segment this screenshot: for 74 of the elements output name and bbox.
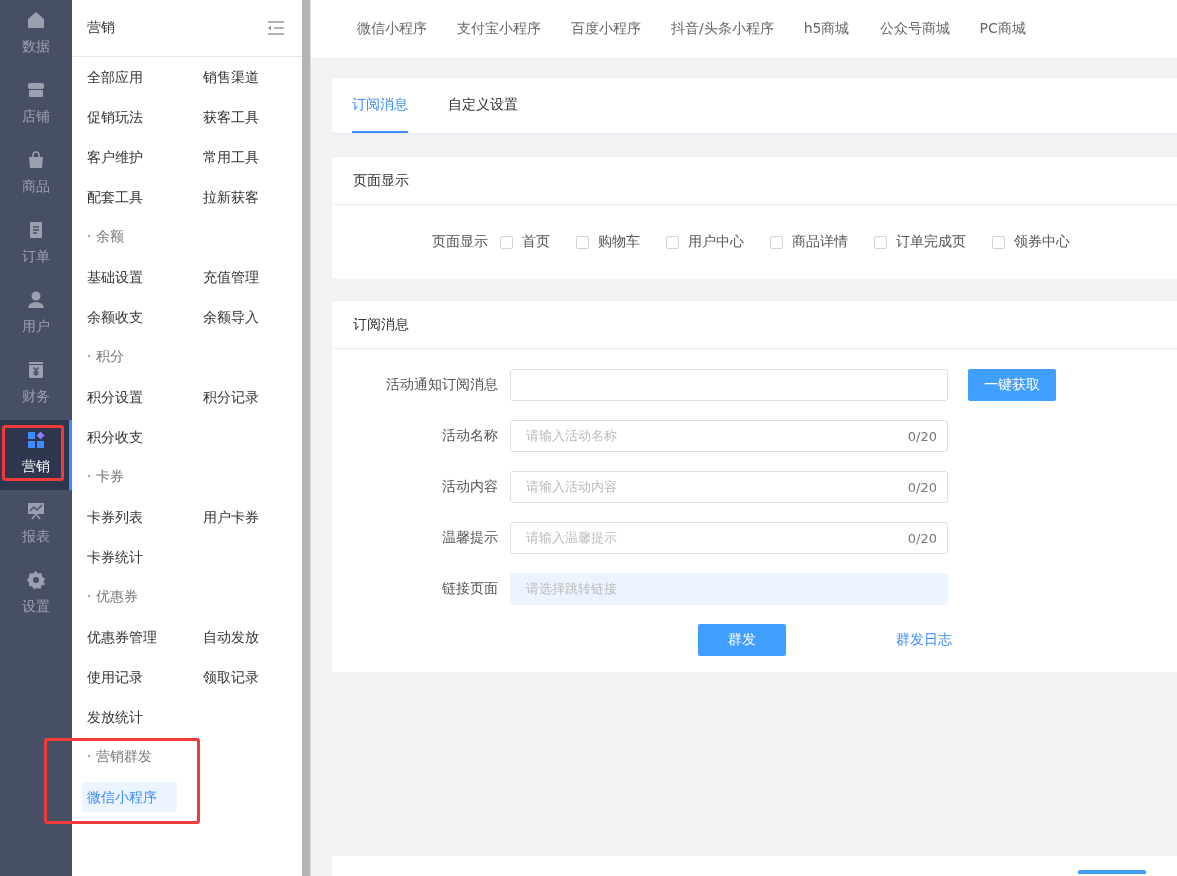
collapse-menu-icon[interactable]	[267, 20, 285, 36]
checkbox-label[interactable]: 订单完成页	[896, 233, 966, 251]
scrollbar[interactable]	[302, 0, 310, 876]
menu-section-title: · 营销群发	[87, 747, 153, 766]
house-icon	[26, 10, 46, 30]
store-icon	[26, 80, 46, 100]
checkbox[interactable]	[666, 235, 679, 249]
grid-icon	[26, 430, 46, 450]
yen-box-icon	[26, 360, 46, 380]
menu-item[interactable]: 卡券统计	[82, 542, 148, 572]
menu-item[interactable]: 充值管理	[198, 262, 264, 292]
menu-section-title: · 优惠券	[87, 587, 139, 606]
channel-tab[interactable]: 公众号商城	[879, 20, 950, 38]
shopping-bag-icon	[26, 150, 46, 170]
card-title: 页面显示	[332, 157, 1177, 205]
menu-item[interactable]: 基础设置	[82, 262, 148, 292]
checkbox[interactable]	[576, 235, 589, 249]
menu-item[interactable]: 积分记录	[198, 382, 264, 412]
channel-tab[interactable]: 微信小程序	[357, 20, 427, 38]
menu-item[interactable]: 积分设置	[82, 382, 148, 412]
menu-item[interactable]: 卡券列表	[82, 502, 148, 532]
checkbox-label[interactable]: 首页	[522, 233, 550, 251]
menu-item[interactable]: 常用工具	[198, 142, 264, 172]
send-log-link[interactable]: 群发日志	[896, 631, 952, 649]
field-label: 活动名称	[441, 427, 499, 445]
menu-section-title: · 余额	[87, 227, 125, 246]
channel-tab[interactable]: 支付宝小程序	[457, 20, 541, 38]
chart-board-icon	[26, 500, 46, 520]
menu-item[interactable]: 余额导入	[198, 302, 264, 332]
field-label: 温馨提示	[441, 529, 499, 547]
field-label: 活动内容	[441, 478, 499, 496]
checkbox-label[interactable]: 购物车	[598, 233, 640, 251]
panel-title: 营销	[87, 19, 115, 37]
menu-item[interactable]: 领取记录	[198, 662, 264, 692]
input-field[interactable]: 请输入活动内容 0/20	[510, 471, 948, 503]
menu-item[interactable]: 客户维护	[82, 142, 148, 172]
checkbox[interactable]	[874, 235, 887, 249]
card-title: 订阅消息	[332, 301, 1177, 349]
checkbox[interactable]	[770, 235, 783, 249]
menu-section-title: · 卡券	[87, 467, 125, 486]
menu-item[interactable]: 全部应用	[82, 62, 148, 92]
menu-item[interactable]: 销售渠道	[198, 62, 264, 92]
person-icon	[26, 290, 46, 310]
channel-tab[interactable]: 抖音/头条小程序	[671, 20, 774, 38]
input-field[interactable]: 请输入温馨提示 0/20	[510, 522, 948, 554]
field-label: 链接页面	[441, 580, 499, 598]
channel-tab[interactable]: 百度小程序	[571, 20, 641, 38]
menu-section-title: · 积分	[87, 347, 125, 366]
checkbox[interactable]	[500, 235, 513, 249]
menu-item[interactable]: 使用记录	[82, 662, 148, 692]
menu-item[interactable]: 拉新获客	[198, 182, 264, 212]
checkbox-label[interactable]: 领券中心	[1014, 233, 1070, 251]
menu-item[interactable]: 优惠券管理	[82, 622, 162, 652]
menu-item[interactable]: 促销玩法	[82, 102, 148, 132]
channel-tab[interactable]: h5商城	[803, 20, 850, 38]
nav-item[interactable]: 营销	[0, 420, 72, 490]
settings-icon	[26, 570, 46, 590]
menu-item[interactable]: 用户卡券	[198, 502, 264, 532]
checkbox[interactable]	[992, 235, 1005, 249]
field-label: 活动通知订阅消息	[385, 376, 499, 394]
input-field[interactable]	[510, 369, 948, 401]
field-label: 页面显示	[432, 233, 488, 251]
tab[interactable]: 自定义设置	[448, 78, 518, 133]
menu-item[interactable]: 自动发放	[198, 622, 264, 652]
partial-button[interactable]	[1078, 870, 1146, 874]
menu-item[interactable]: 配套工具	[82, 182, 148, 212]
menu-item[interactable]: 发放统计	[82, 702, 148, 732]
menu-item[interactable]: 余额收支	[82, 302, 148, 332]
checkbox-label[interactable]: 用户中心	[688, 233, 744, 251]
checkbox-label[interactable]: 商品详情	[792, 233, 848, 251]
input-field[interactable]: 请输入活动名称 0/20	[510, 420, 948, 452]
menu-item[interactable]: 积分收支	[82, 422, 148, 452]
channel-tab[interactable]: PC商城	[979, 20, 1026, 38]
menu-item[interactable]: 获客工具	[198, 102, 264, 132]
